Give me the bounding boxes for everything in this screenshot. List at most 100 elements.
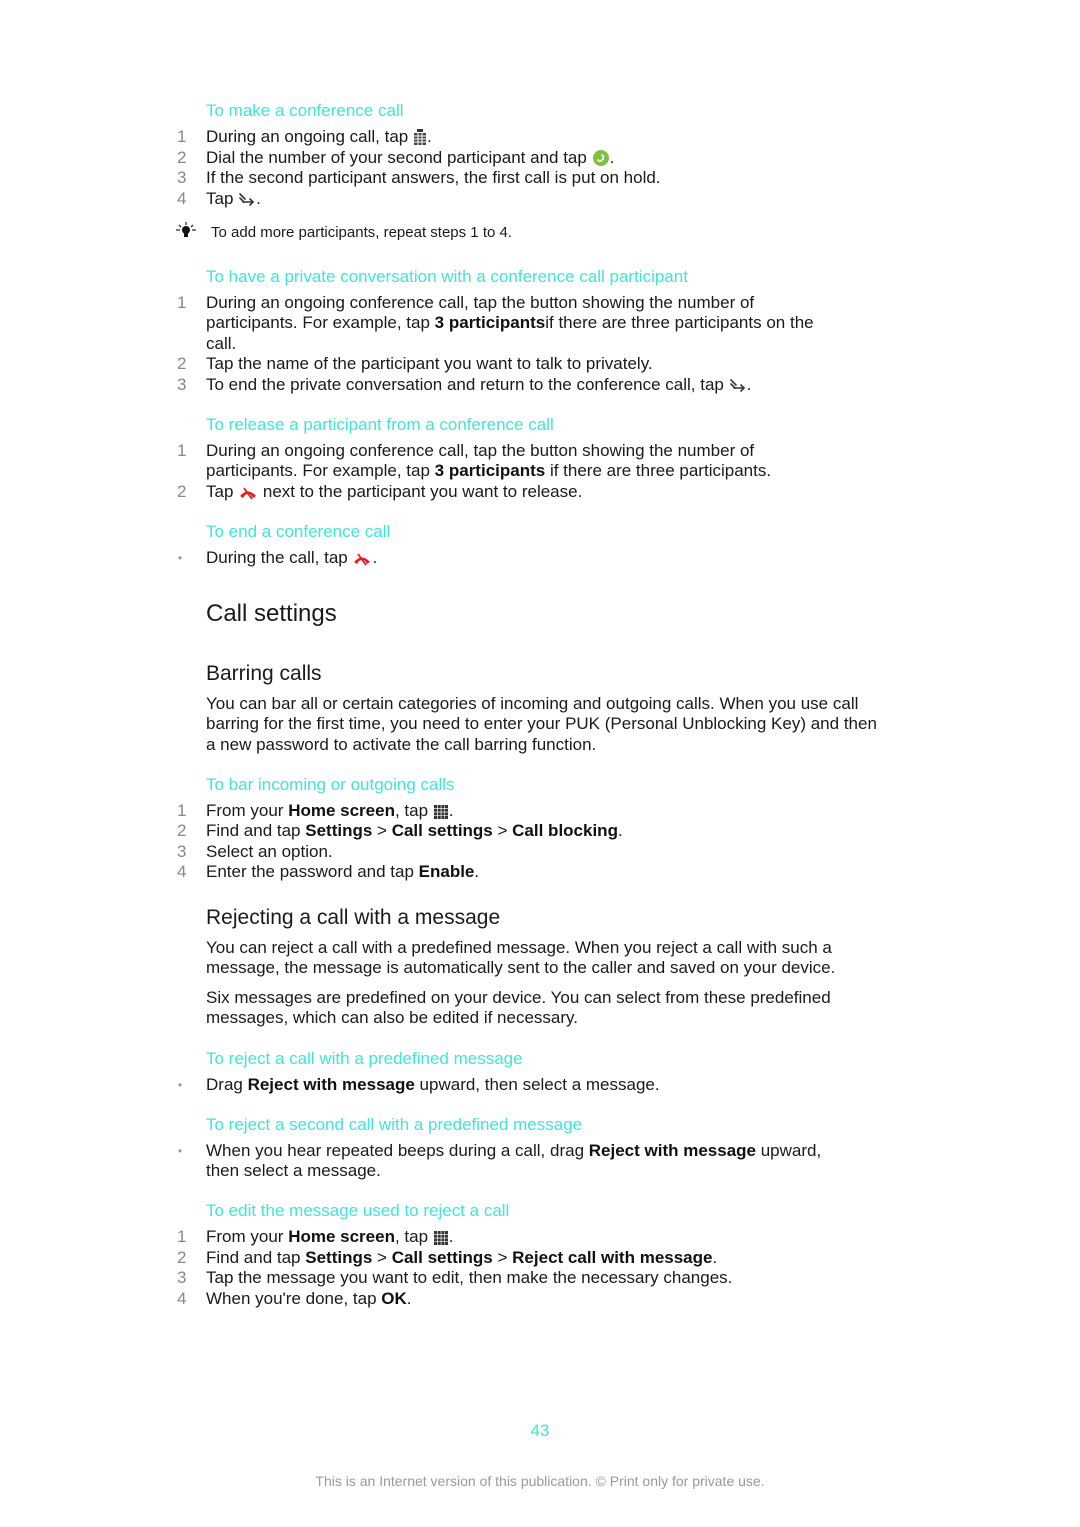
step-text-part: From your (206, 1227, 289, 1246)
step-text: When you hear repeated beeps during a ca… (206, 1141, 821, 1162)
bullet: • (178, 551, 183, 565)
step-text: Tap the message you want to edit, then m… (206, 1268, 733, 1287)
step-text-part: . (256, 189, 261, 208)
merge-calls-icon (729, 378, 746, 399)
step-number: 3 (177, 842, 187, 861)
step-text: Tap next to the participant you want to … (206, 482, 582, 506)
step-text-part: When you hear repeated beeps during a ca… (206, 1141, 589, 1160)
step-text-part: Tap (206, 482, 234, 501)
step-text-part: To end the private conversation and retu… (206, 375, 724, 394)
step-number: 3 (177, 168, 187, 187)
step-text-part: . (426, 127, 432, 146)
procedure-title-release-participant: To release a participant from a conferen… (206, 415, 554, 434)
step-text: During an ongoing call, tap . (206, 127, 432, 151)
path-separator: > (372, 1248, 392, 1267)
step-number: 2 (177, 148, 187, 167)
end-call-icon (239, 485, 257, 506)
step-number: 3 (177, 375, 187, 394)
step-text-part: Dial the number of your second participa… (206, 148, 587, 167)
step-number: 2 (177, 1248, 187, 1267)
step-number: 1 (177, 801, 187, 820)
ui-label-reject-call-with-message: Reject call with message (512, 1248, 713, 1267)
paragraph-line: You can bar all or certain categories of… (206, 694, 859, 713)
ui-label-call-settings: Call settings (391, 821, 493, 840)
step-text-part: if there are three participants. (545, 461, 772, 480)
step-number: 1 (177, 127, 187, 146)
procedure-title-make-conference: To make a conference call (206, 101, 404, 120)
ui-label-enable: Enable (418, 862, 475, 881)
step-text-part: . (406, 1289, 412, 1308)
ui-label-home-screen: Home screen (288, 801, 395, 820)
step-text-part: . (617, 821, 623, 840)
step-text-part: Drag (206, 1075, 248, 1094)
procedure-title-reject-predefined: To reject a call with a predefined messa… (206, 1049, 523, 1068)
step-text-part: . (448, 1227, 454, 1246)
procedure-title-end-conference: To end a conference call (206, 522, 391, 541)
step-text-part: Find and tap (206, 821, 306, 840)
step-text-part: , tap (394, 1227, 429, 1246)
ui-label-settings: Settings (305, 821, 373, 840)
paragraph-line: You can reject a call with a predefined … (206, 938, 832, 957)
step-text-part: Find and tap (206, 1248, 306, 1267)
step-text: Select an option. (206, 842, 333, 861)
step-number: 2 (177, 354, 187, 373)
step-number: 1 (177, 441, 187, 460)
step-text: Drag Reject with message upward, then se… (206, 1075, 660, 1096)
step-number: 1 (177, 1227, 187, 1246)
ui-label-call-blocking: Call blocking (512, 821, 618, 840)
step-text-part: participants. For example, tap (206, 313, 435, 332)
end-call-icon (353, 551, 371, 572)
step-text: call. (206, 334, 237, 353)
ui-label-home-screen: Home screen (288, 1227, 395, 1246)
step-text: To end the private conversation and retu… (206, 375, 751, 399)
step-number: 3 (177, 1268, 187, 1287)
tip-lightbulb-icon (175, 222, 197, 243)
step-text: Find and tap Settings > Call settings > … (206, 1248, 717, 1269)
step-text-part: During the call, tap (206, 548, 348, 567)
step-text: During an ongoing conference call, tap t… (206, 441, 755, 460)
procedure-title-reject-second-call: To reject a second call with a predefine… (206, 1115, 583, 1134)
paragraph-line: messages, which can also be edited if ne… (206, 1008, 578, 1027)
step-text-part: During an ongoing call, tap (206, 127, 409, 146)
step-text: Tap the name of the participant you want… (206, 354, 653, 373)
step-text-part: next to the participant you want to rele… (262, 482, 583, 501)
step-text: If the second participant answers, the f… (206, 168, 661, 187)
subsection-heading-reject-message: Rejecting a call with a message (206, 906, 501, 929)
path-separator: > (492, 1248, 513, 1267)
step-text: Tap . (206, 189, 261, 213)
step-text: Find and tap Settings > Call settings > … (206, 821, 623, 842)
step-text: Enter the password and tap Enable. (206, 862, 479, 883)
procedure-title-edit-reject-message: To edit the message used to reject a cal… (206, 1201, 510, 1220)
path-separator: > (372, 821, 392, 840)
step-text-part: upward, then select a message. (414, 1075, 660, 1094)
step-number: 1 (177, 293, 187, 312)
step-text-part: When you're done, tap (206, 1289, 382, 1308)
step-text-part: . (712, 1248, 718, 1267)
procedure-title-bar-calls: To bar incoming or outgoing calls (206, 775, 455, 794)
step-text-part: . (448, 801, 454, 820)
step-text-part: . (474, 862, 480, 881)
step-text-part: , tap (394, 801, 429, 820)
step-text-part: . (609, 148, 615, 167)
step-number: 4 (177, 189, 187, 208)
step-text: From your Home screen, tap . (206, 1227, 454, 1251)
step-text-part: Enter the password and tap (206, 862, 419, 881)
path-separator: > (492, 821, 513, 840)
step-text: participants. For example, tap 3 partici… (206, 461, 771, 482)
step-text-part: Tap (206, 189, 234, 208)
step-text: participants. For example, tap 3 partici… (206, 313, 814, 334)
ui-label-call-settings: Call settings (391, 1248, 493, 1267)
ui-label-participants: 3 participants (434, 461, 546, 480)
section-heading-call-settings: Call settings (206, 600, 337, 627)
merge-calls-icon (239, 192, 255, 213)
bullet: • (178, 1144, 183, 1158)
step-text: During an ongoing conference call, tap t… (206, 293, 755, 312)
paragraph-line: barring for the first time, you need to … (206, 714, 877, 733)
step-text-part: . (372, 548, 378, 567)
step-number: 2 (177, 821, 187, 840)
paragraph-line: message, the message is automatically se… (206, 958, 836, 977)
paragraph-line: a new password to activate the call barr… (206, 735, 597, 754)
ui-label-settings: Settings (305, 1248, 373, 1267)
ui-label-ok: OK (381, 1289, 407, 1308)
footer-notice: This is an Internet version of this publ… (315, 1473, 765, 1489)
